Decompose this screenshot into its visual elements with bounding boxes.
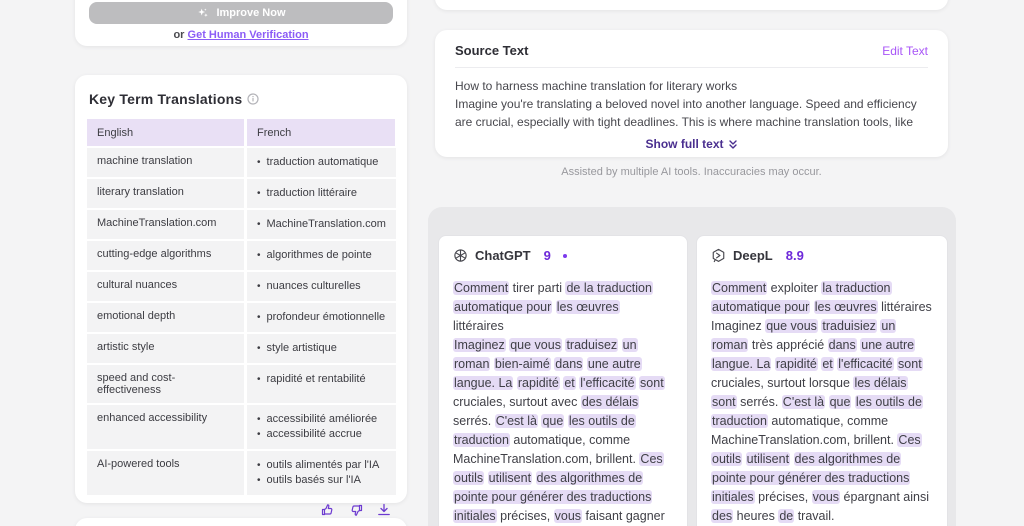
chevron-double-down-icon <box>728 139 738 150</box>
term-french-item: • style artistique <box>257 342 337 354</box>
term-french-item: • MachineTranslation.com <box>257 218 386 230</box>
chatgpt-name: ChatGPT <box>475 248 531 263</box>
term-french-item: • outils alimentés par l'IA <box>257 459 380 471</box>
deepl-score: 8.9 <box>785 248 804 263</box>
key-term-translations-title: Key Term Translations <box>89 91 243 107</box>
chatgpt-translation-text: Comment tirer parti de la traduction aut… <box>453 281 665 523</box>
chatgpt-icon <box>453 248 468 263</box>
term-french-cell: • style artistique <box>247 334 396 363</box>
term-french-item: • algorithmes de pointe <box>257 249 372 261</box>
partial-card-top-right <box>435 0 948 10</box>
term-french-cell: • MachineTranslation.com <box>247 210 396 239</box>
key-terms-table: English French <box>87 119 395 146</box>
term-french-cell: • algorithmes de pointe <box>247 241 396 270</box>
terms-table-body: machine translation • traduction automatiq… <box>87 148 396 495</box>
term-english-cell: enhanced accessibility <box>87 405 244 449</box>
get-human-verification-link[interactable]: Get Human Verification <box>188 29 309 41</box>
term-english-cell: artistic style <box>87 334 244 363</box>
term-french-cell: • rapidité et rentabilité <box>247 365 396 403</box>
thumbs-up-icon[interactable] <box>321 503 335 517</box>
term-french-cell: • traduction automatique <box>247 148 396 177</box>
ai-disclaimer-text: Assisted by multiple AI tools. Inaccurac… <box>561 166 822 178</box>
source-text-card: Source Text Edit Text How to harness mac… <box>435 30 948 157</box>
chatgpt-panel: ChatGPT 9 Comment tirer parti de la trad… <box>438 235 688 526</box>
term-english-cell: machine translation <box>87 148 244 177</box>
download-icon[interactable] <box>377 503 391 517</box>
chatgpt-score: 9 <box>543 248 551 263</box>
deepl-panel: DeepL 8.9 Comment exploiter la traductio… <box>696 235 948 526</box>
term-french-cell: • profondeur émotionnelle <box>247 303 396 332</box>
info-icon[interactable] <box>247 93 259 105</box>
term-french-cell: • traduction littéraire <box>247 179 396 208</box>
term-french-cell: • outils alimentés par l'IA • outils basés … <box>247 451 396 495</box>
term-french-item: • traduction littéraire <box>257 187 358 199</box>
term-french-cell: • accessibilité améliorée • accessibilité a… <box>247 405 396 449</box>
term-french-item: • outils basés sur l'IA <box>257 474 361 486</box>
source-text-body: How to harness machine translation for l… <box>455 68 928 131</box>
thumbs-down-icon[interactable] <box>349 503 363 517</box>
show-full-text-label: Show full text <box>645 137 724 151</box>
improve-card: Improve Now or Get Human Verification <box>75 0 407 46</box>
term-english-cell: emotional depth <box>87 303 244 332</box>
column-header-english: English <box>87 119 244 146</box>
term-french-item: • traduction automatique <box>257 156 379 168</box>
source-text-title: Source Text <box>455 43 529 58</box>
score-dot-icon[interactable] <box>562 253 567 258</box>
term-english-cell: literary translation <box>87 179 244 208</box>
term-english-cell: AI-powered tools <box>87 451 244 495</box>
term-english-cell: cutting-edge algorithms <box>87 241 244 270</box>
column-header-french: French <box>247 119 395 146</box>
improve-now-label: Improve Now <box>216 7 286 19</box>
translation-comparison-container: ChatGPT 9 Comment tirer parti de la trad… <box>428 207 956 526</box>
term-french-item: • profondeur émotionnelle <box>257 311 386 323</box>
or-text: or <box>173 29 185 41</box>
edit-text-link[interactable]: Edit Text <box>882 44 928 58</box>
term-french-item: • accessibilité accrue <box>257 428 362 440</box>
partial-card-bottom-left <box>75 518 407 526</box>
improve-now-button[interactable]: Improve Now <box>89 2 393 24</box>
term-english-cell: MachineTranslation.com <box>87 210 244 239</box>
sparkles-icon <box>196 7 209 20</box>
source-line-2: Imagine you're translating a beloved nov… <box>455 97 917 129</box>
term-french-cell: • nuances culturelles <box>247 272 396 301</box>
key-term-translations-card: Key Term Translations English French mac… <box>75 75 407 516</box>
term-french-item: • nuances culturelles <box>257 280 361 292</box>
term-english-cell: speed and cost-effectiveness <box>87 365 244 403</box>
deepl-translation-text: Comment exploiter la traduction automati… <box>711 281 932 523</box>
deepl-icon <box>711 248 726 263</box>
term-french-item: • accessibilité améliorée <box>257 413 378 425</box>
show-full-text-button[interactable]: Show full text <box>455 137 928 151</box>
term-english-cell: cultural nuances <box>87 272 244 301</box>
deepl-name: DeepL <box>733 248 773 263</box>
term-french-item: • rapidité et rentabilité <box>257 373 366 385</box>
source-line-1: How to harness machine translation for l… <box>455 79 738 93</box>
